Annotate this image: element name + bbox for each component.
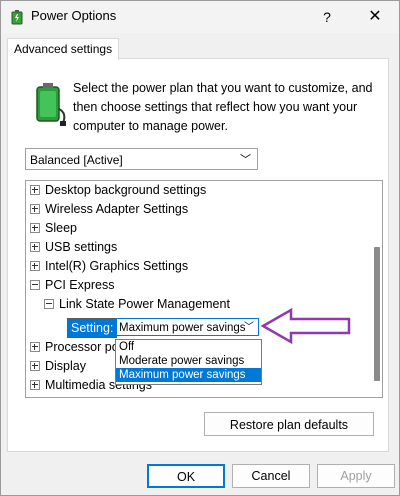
expand-icon[interactable] — [30, 203, 40, 214]
battery-plug-icon — [36, 83, 66, 126]
cancel-button[interactable]: Cancel — [232, 464, 310, 488]
setting-value-select[interactable]: Maximum power savings ﹀ — [116, 318, 259, 336]
setting-dropdown-list[interactable]: Off Moderate power savings Maximum power… — [115, 339, 262, 385]
expand-icon[interactable] — [30, 341, 40, 352]
tree-item-label: Wireless Adapter Settings — [45, 202, 189, 216]
description-text: Select the power plan that you want to c… — [73, 81, 373, 133]
annotation-arrow-icon — [261, 307, 351, 345]
power-plan-value: Balanced [Active] — [30, 153, 123, 167]
power-options-icon — [11, 10, 23, 25]
tree-item-display[interactable]: Display — [30, 357, 86, 376]
collapse-icon[interactable] — [44, 298, 54, 309]
chevron-down-icon: ﹀ — [244, 322, 254, 333]
tree-item-label: Display — [45, 359, 86, 373]
expand-icon[interactable] — [30, 360, 40, 371]
tree-item-label: USB settings — [45, 240, 118, 254]
collapse-icon[interactable] — [30, 279, 40, 290]
tree-item-label: Desktop background settings — [45, 183, 207, 197]
tree-item-label: Intel(R) Graphics Settings — [45, 259, 189, 273]
expand-icon[interactable] — [30, 184, 40, 195]
expand-icon[interactable] — [30, 379, 40, 390]
tree-item-usb[interactable]: USB settings — [30, 238, 117, 257]
setting-value: Maximum power savings — [119, 322, 246, 334]
advanced-settings-panel: Select the power plan that you want to c… — [7, 58, 389, 452]
restore-plan-defaults-button[interactable]: Restore plan defaults — [204, 412, 374, 436]
tree-item-link-state[interactable]: Link State Power Management — [44, 295, 230, 314]
expand-icon[interactable] — [30, 260, 40, 271]
tree-item-sleep[interactable]: Sleep — [30, 219, 77, 238]
dropdown-option-off[interactable]: Off — [116, 340, 261, 354]
ok-button[interactable]: OK — [147, 464, 225, 488]
tree-item-wireless-adapter[interactable]: Wireless Adapter Settings — [30, 200, 188, 219]
help-button[interactable]: ? — [307, 1, 347, 33]
chevron-down-icon: ﹀ — [240, 154, 251, 166]
apply-button[interactable]: Apply — [317, 464, 395, 488]
tab-advanced-settings[interactable]: Advanced settings — [7, 38, 120, 60]
tree-item-desktop-background[interactable]: Desktop background settings — [30, 181, 206, 200]
tree-item-processor[interactable]: Processor po — [30, 338, 119, 357]
tree-item-intel-graphics[interactable]: Intel(R) Graphics Settings — [30, 257, 188, 276]
close-button[interactable]: ✕ — [355, 1, 395, 33]
power-plan-select[interactable]: Balanced [Active] ﹀ — [25, 148, 258, 170]
tree-item-label: Processor po — [45, 340, 119, 354]
power-options-window: Power Options ? ✕ Advanced settings Sele… — [0, 0, 400, 496]
tree-item-pci-express[interactable]: PCI Express — [30, 276, 114, 295]
expand-icon[interactable] — [30, 241, 40, 252]
tree-scrollbar[interactable] — [374, 247, 380, 381]
window-title: Power Options — [31, 8, 117, 23]
tree-item-label: PCI Express — [45, 278, 115, 292]
tree-item-label: Link State Power Management — [59, 297, 230, 311]
setting-label: Setting: — [67, 318, 118, 338]
expand-icon[interactable] — [30, 222, 40, 233]
title-bar: Power Options ? ✕ — [1, 1, 399, 33]
dropdown-option-moderate[interactable]: Moderate power savings — [116, 354, 261, 368]
dropdown-option-maximum[interactable]: Maximum power savings — [116, 368, 261, 382]
tree-item-label: Sleep — [45, 221, 77, 235]
